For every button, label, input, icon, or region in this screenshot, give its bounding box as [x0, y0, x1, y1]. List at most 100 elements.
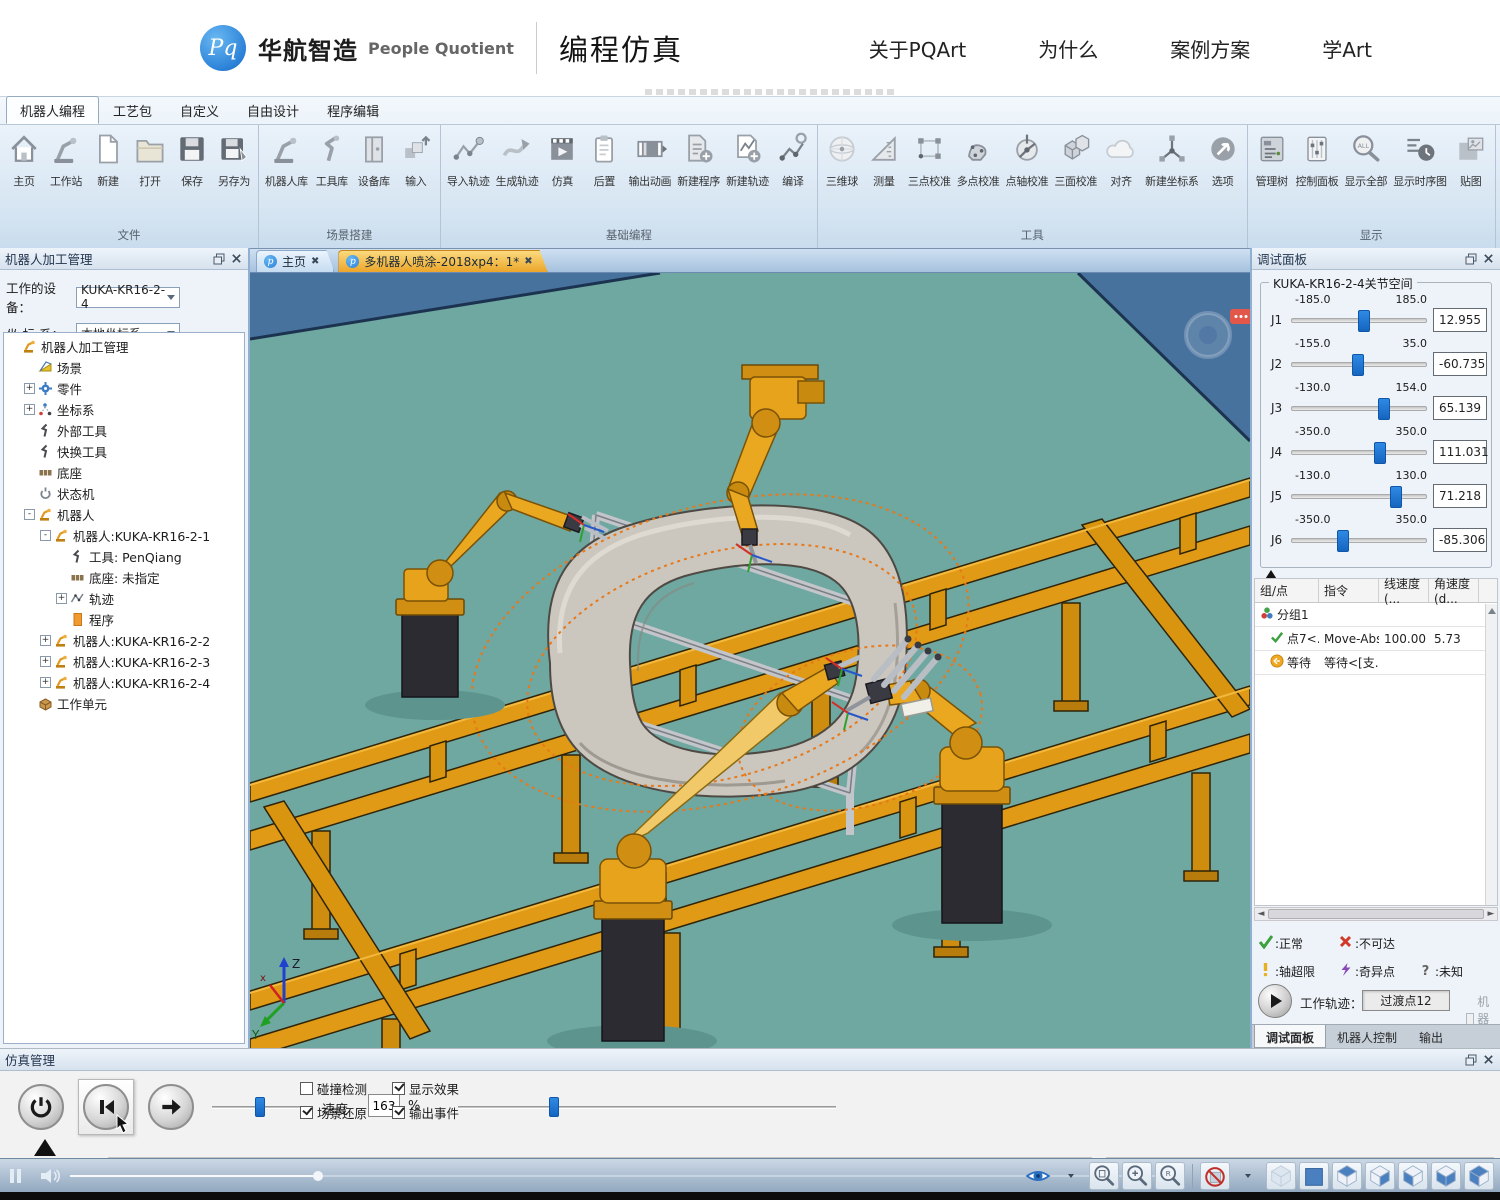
ribbon-button-工具库[interactable]: 工具库 — [311, 128, 353, 192]
tree-item-工具: PenQiang[interactable]: 工具: PenQiang — [4, 546, 244, 567]
view-left-icon[interactable] — [1464, 1162, 1494, 1190]
float-panel-icon[interactable] — [1464, 252, 1477, 265]
view-dropdown-icon[interactable] — [1233, 1162, 1263, 1190]
ribbon-button-另存为[interactable]: 另存为 — [213, 128, 255, 192]
float-panel-icon[interactable] — [212, 252, 225, 265]
tree-item-状态机[interactable]: 状态机 — [4, 483, 244, 504]
tree-item-机器人:KUKA-KR16-2-1[interactable]: -机器人:KUKA-KR16-2-1 — [4, 525, 244, 546]
ribbon-button-保存[interactable]: 保存 — [171, 128, 213, 192]
tree-item-机器人[interactable]: -机器人 — [4, 504, 244, 525]
ribbon-button-测量[interactable]: 测量 — [863, 128, 905, 192]
table-header-1[interactable]: 指令 — [1319, 579, 1379, 602]
ribbon-button-导入轨迹[interactable]: 导入轨迹 — [444, 128, 493, 192]
ribbon-button-三面校准[interactable]: 三面校准 — [1051, 128, 1100, 192]
close-panel-icon[interactable] — [230, 252, 243, 265]
float-panel-icon[interactable] — [1464, 1053, 1477, 1066]
tree-expander-icon[interactable]: - — [40, 530, 51, 541]
tree-expander-icon[interactable]: + — [40, 677, 51, 688]
checkbox-场景还原[interactable]: 场景还原 — [300, 1103, 367, 1122]
joint-slider-J6[interactable] — [1291, 538, 1427, 543]
close-panel-icon[interactable] — [1482, 1053, 1495, 1066]
tree-item-底座: 未指定[interactable]: 底座: 未指定 — [4, 567, 244, 588]
speed-slider-thumb[interactable] — [255, 1097, 265, 1117]
sim-pause-button[interactable] — [78, 1079, 134, 1135]
tree-item-快换工具[interactable]: 快换工具 — [4, 441, 244, 462]
player-progress-track[interactable] — [70, 1175, 1165, 1177]
joint-slider-thumb[interactable] — [1390, 486, 1402, 508]
view-top-icon[interactable] — [1332, 1162, 1362, 1190]
ribbon-button-新建轨迹[interactable]: 新建轨迹 — [723, 128, 772, 192]
joint-slider-J5[interactable] — [1291, 494, 1427, 499]
hscroll-thumb[interactable] — [1268, 909, 1484, 919]
joint-slider-J1[interactable] — [1291, 318, 1427, 323]
ribbon-button-控制面板[interactable]: 控制面板 — [1293, 128, 1342, 192]
table-header-0[interactable]: 组/点 — [1255, 579, 1319, 602]
tree-item-程序[interactable]: 程序 — [4, 609, 244, 630]
play-trajectory-button[interactable] — [1258, 984, 1292, 1018]
tree-expander-icon[interactable]: + — [40, 656, 51, 667]
ribbon-button-三点校准[interactable]: 三点校准 — [905, 128, 954, 192]
ribbon-tab-2[interactable]: 自定义 — [166, 96, 233, 124]
tree-item-工作单元[interactable]: 工作单元 — [4, 693, 244, 714]
joint-slider-thumb[interactable] — [1358, 310, 1370, 332]
table-row-2[interactable]: 等待等待<[支... — [1255, 651, 1497, 675]
ribbon-button-新建[interactable]: 新建 — [87, 128, 129, 192]
header-nav-item-0[interactable]: 关于PQArt — [869, 34, 967, 63]
table-row-1[interactable]: 点7<...Move-Abs...100.005.73 — [1255, 627, 1497, 651]
ribbon-button-生成轨迹[interactable]: 生成轨迹 — [493, 128, 542, 192]
ribbon-button-新建坐标系[interactable]: 新建坐标系 — [1142, 128, 1202, 192]
debug-tab-2[interactable]: 输出 — [1408, 1025, 1454, 1048]
tree-item-底座[interactable]: 底座 — [4, 462, 244, 483]
tree-expander-icon[interactable]: + — [24, 404, 35, 415]
speed-slider[interactable] — [212, 1097, 302, 1117]
joint-value-J6[interactable]: -85.306 — [1433, 528, 1487, 552]
sim-reset-button[interactable] — [18, 1084, 64, 1130]
joint-slider-J3[interactable] — [1291, 406, 1427, 411]
work-traj-point-button[interactable]: 过渡点12 — [1362, 990, 1450, 1011]
view-right-icon[interactable] — [1365, 1162, 1395, 1190]
table-vscrollbar[interactable] — [1485, 604, 1497, 905]
tree-item-机器人:KUKA-KR16-2-2[interactable]: +机器人:KUKA-KR16-2-2 — [4, 630, 244, 651]
tree-item-机器人:KUKA-KR16-2-3[interactable]: +机器人:KUKA-KR16-2-3 — [4, 651, 244, 672]
ribbon-button-对齐[interactable]: 对齐 — [1100, 128, 1142, 192]
ribbon-button-新建程序[interactable]: 新建程序 — [674, 128, 723, 192]
ribbon-button-机器人库[interactable]: 机器人库 — [262, 128, 311, 192]
viewport-3d-canvas[interactable]: Z Y x — [250, 273, 1250, 1049]
close-panel-icon[interactable] — [1482, 252, 1495, 265]
ribbon-button-主页[interactable]: 主页 — [3, 128, 45, 192]
close-tab-icon[interactable]: ✖ — [311, 256, 319, 267]
close-tab-icon[interactable]: ✖ — [524, 256, 532, 267]
joint-value-J1[interactable]: 12.955 — [1433, 308, 1487, 332]
tree-item-机器人加工管理[interactable]: 机器人加工管理 — [4, 336, 244, 357]
joint-slider-J4[interactable] — [1291, 450, 1427, 455]
notification-badge[interactable] — [1230, 309, 1250, 324]
no-section-icon[interactable] — [1200, 1162, 1230, 1190]
ribbon-button-选项[interactable]: 选项 — [1202, 128, 1244, 192]
joint-value-J3[interactable]: 65.139 — [1433, 396, 1487, 420]
ribbon-tab-4[interactable]: 程序编辑 — [313, 96, 393, 124]
player-pause-icon[interactable] — [10, 1169, 21, 1183]
header-nav-item-2[interactable]: 案例方案 — [1170, 34, 1250, 63]
ribbon-button-设备库[interactable]: 设备库 — [353, 128, 395, 192]
tree-item-零件[interactable]: +零件 — [4, 378, 244, 399]
ribbon-button-多点校准[interactable]: 多点校准 — [954, 128, 1003, 192]
joint-slider-thumb[interactable] — [1378, 398, 1390, 420]
collapse-sim-arrow[interactable] — [34, 1139, 56, 1156]
ribbon-tab-3[interactable]: 自由设计 — [233, 96, 313, 124]
tree-expander-icon[interactable]: + — [24, 383, 35, 394]
view-back-icon[interactable] — [1398, 1162, 1428, 1190]
tree-item-轨迹[interactable]: +轨迹 — [4, 588, 244, 609]
table-row-0[interactable]: 分组1 — [1255, 603, 1497, 627]
scroll-right-icon[interactable]: ► — [1485, 908, 1497, 920]
ribbon-button-编译[interactable]: 编译 — [772, 128, 814, 192]
ribbon-button-贴图[interactable]: 贴图 — [1450, 128, 1492, 192]
table-hscrollbar[interactable]: ◄ ► — [1254, 907, 1498, 921]
ribbon-button-输入[interactable]: 输入 — [395, 128, 437, 192]
viewport-tab-0[interactable]: p主页✖ — [256, 250, 334, 272]
joint-value-J4[interactable]: 111.031 — [1433, 440, 1487, 464]
ribbon-button-工作站[interactable]: 工作站 — [45, 128, 87, 192]
scroll-left-icon[interactable]: ◄ — [1255, 908, 1267, 920]
debug-tab-0[interactable]: 调试面板 — [1254, 1025, 1326, 1048]
tree-expander-icon[interactable]: + — [56, 593, 67, 604]
ribbon-button-显示时序图[interactable]: 显示时序图 — [1390, 128, 1450, 192]
